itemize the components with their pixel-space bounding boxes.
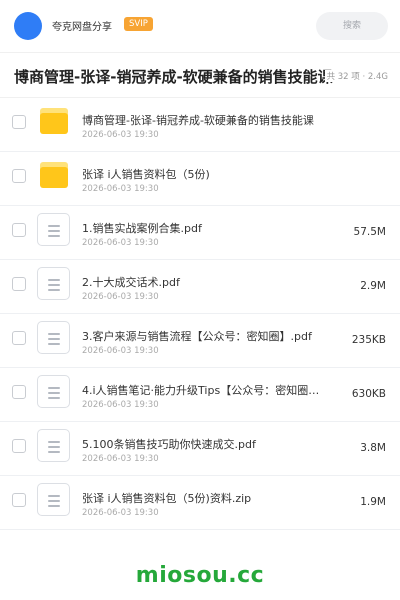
file-size: 630KB	[351, 388, 386, 400]
file-name: 5.100条销售技巧助你快速成交.pdf	[82, 438, 256, 451]
file-name: 2.十大成交话术.pdf	[82, 276, 180, 289]
page-title: 博商管理-张译-销冠养成-软硬兼备的销售技能课	[14, 68, 333, 86]
watermark: miosou.cc	[135, 563, 265, 588]
folder-header: 博商管理-张译-销冠养成-软硬兼备的销售技能课 共 32 项 · 2.4G	[0, 52, 400, 98]
folder-meta: 共 32 项 · 2.4G	[324, 70, 388, 82]
file-name: 张译 i人销售资料包（5份)	[82, 168, 210, 181]
file-size: 57.5M	[353, 226, 386, 238]
checkbox[interactable]	[12, 115, 26, 129]
document-icon	[37, 213, 70, 246]
file-date: 2026-06-03 19:30	[82, 238, 159, 248]
file-name: 3.客户来源与销售流程【公众号：密知圈】.pdf	[82, 330, 312, 343]
document-icon	[37, 267, 70, 300]
list-item[interactable]: 2.十大成交话术.pdf 2026-06-03 19:30 2.9M	[0, 260, 400, 314]
file-name: 张译 i人销售资料包（5份)资料.zip	[82, 492, 252, 505]
svip-badge: SVIP	[124, 17, 153, 31]
file-size: 235KB	[351, 334, 386, 346]
file-size: 1.9M	[360, 496, 386, 508]
document-icon	[37, 483, 70, 516]
folder-icon	[40, 108, 68, 134]
checkbox[interactable]	[12, 223, 26, 237]
file-date: 2026-06-03 19:30	[82, 400, 159, 410]
checkbox[interactable]	[12, 385, 26, 399]
document-icon	[37, 429, 70, 462]
file-date: 2026-06-03 19:30	[82, 130, 159, 140]
list-item[interactable]: 博商管理-张译-销冠养成-软硬兼备的销售技能课 2026-06-03 19:30	[0, 98, 400, 152]
folder-icon	[40, 162, 68, 188]
checkbox[interactable]	[12, 169, 26, 183]
checkbox[interactable]	[12, 439, 26, 453]
file-list: 博商管理-张译-销冠养成-软硬兼备的销售技能课 2026-06-03 19:30…	[0, 98, 400, 530]
file-date: 2026-06-03 19:30	[82, 346, 159, 356]
list-item[interactable]: 5.100条销售技巧助你快速成交.pdf 2026-06-03 19:30 3.…	[0, 422, 400, 476]
file-name: 1.销售实战案例合集.pdf	[82, 222, 202, 235]
search-input[interactable]: 搜索	[316, 12, 388, 40]
document-icon	[37, 321, 70, 354]
file-size: 2.9M	[360, 280, 386, 292]
checkbox[interactable]	[12, 493, 26, 507]
site-name: 夸克网盘分享	[52, 22, 112, 33]
list-item[interactable]: 1.销售实战案例合集.pdf 2026-06-03 19:30 57.5M	[0, 206, 400, 260]
list-item[interactable]: 张译 i人销售资料包（5份)资料.zip 2026-06-03 19:30 1.…	[0, 476, 400, 530]
file-size: 3.8M	[360, 442, 386, 454]
file-name: 博商管理-张译-销冠养成-软硬兼备的销售技能课	[82, 114, 314, 127]
document-icon	[37, 375, 70, 408]
checkbox[interactable]	[12, 331, 26, 345]
checkbox[interactable]	[12, 277, 26, 291]
top-bar: 夸克网盘分享 SVIP 搜索	[0, 0, 400, 52]
list-item[interactable]: 3.客户来源与销售流程【公众号：密知圈】.pdf 2026-06-03 19:3…	[0, 314, 400, 368]
file-date: 2026-06-03 19:30	[82, 454, 159, 464]
file-name: 4.i人销售笔记·能力升级Tips【公众号：密知圈…	[82, 384, 320, 397]
file-date: 2026-06-03 19:30	[82, 184, 159, 194]
file-date: 2026-06-03 19:30	[82, 292, 159, 302]
file-date: 2026-06-03 19:30	[82, 508, 159, 518]
list-item[interactable]: 张译 i人销售资料包（5份) 2026-06-03 19:30	[0, 152, 400, 206]
list-item[interactable]: 4.i人销售笔记·能力升级Tips【公众号：密知圈… 2026-06-03 19…	[0, 368, 400, 422]
avatar[interactable]	[14, 12, 42, 40]
